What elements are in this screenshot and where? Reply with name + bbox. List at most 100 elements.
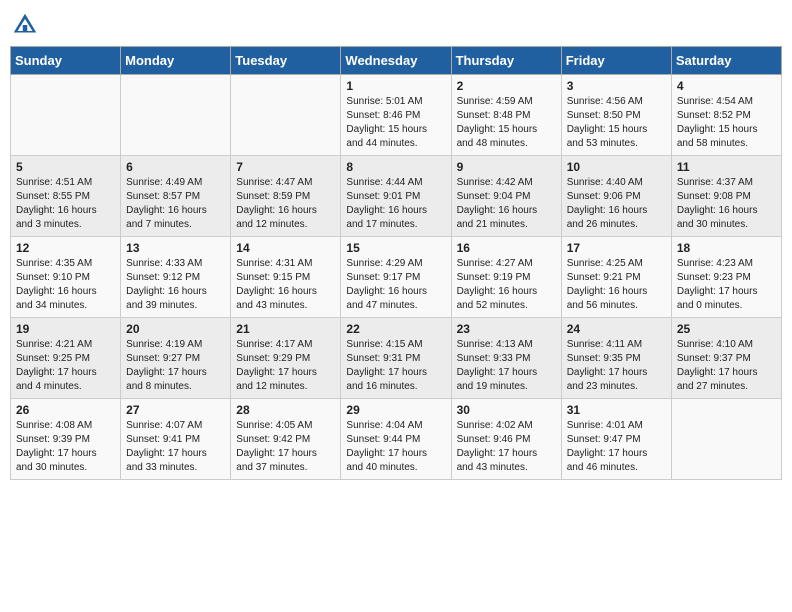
day-info: Sunrise: 4:59 AM Sunset: 8:48 PM Dayligh…: [457, 95, 556, 151]
week-row-5: 26 Sunrise: 4:08 AM Sunset: 9:39 PM Dayli…: [11, 399, 782, 480]
day-number: 18: [677, 241, 776, 255]
day-cell-18: 18 Sunrise: 4:23 AM Sunset: 9:23 PM Dayli…: [671, 237, 781, 318]
day-number: 15: [346, 241, 445, 255]
day-cell-8: 8 Sunrise: 4:44 AM Sunset: 9:01 PM Daylig…: [341, 156, 451, 237]
day-number: 21: [236, 322, 335, 336]
week-row-3: 12 Sunrise: 4:35 AM Sunset: 9:10 PM Dayli…: [11, 237, 782, 318]
day-cell-21: 21 Sunrise: 4:17 AM Sunset: 9:29 PM Dayli…: [231, 318, 341, 399]
day-info: Sunrise: 4:56 AM Sunset: 8:50 PM Dayligh…: [567, 95, 666, 151]
day-info: Sunrise: 4:42 AM Sunset: 9:04 PM Dayligh…: [457, 176, 556, 232]
calendar-header-row: SundayMondayTuesdayWednesdayThursdayFrid…: [11, 47, 782, 75]
day-cell-19: 19Sunrise: 4:21 AM Sunset: 9:25 PM Dayli…: [11, 318, 121, 399]
day-cell-11: 11 Sunrise: 4:37 AM Sunset: 9:08 PM Dayli…: [671, 156, 781, 237]
header-friday: Friday: [561, 47, 671, 75]
day-number: 16: [457, 241, 556, 255]
day-info: Sunrise: 4:10 AM Sunset: 9:37 PM Dayligh…: [677, 338, 776, 394]
day-info: Sunrise: 4:35 AM Sunset: 9:10 PM Dayligh…: [16, 257, 115, 313]
day-cell-26: 26 Sunrise: 4:08 AM Sunset: 9:39 PM Dayli…: [11, 399, 121, 480]
day-info: Sunrise: 4:11 AM Sunset: 9:35 PM Dayligh…: [567, 338, 666, 394]
day-info: Sunrise: 4:07 AM Sunset: 9:41 PM Dayligh…: [126, 419, 225, 475]
day-info: Sunrise: 4:29 AM Sunset: 9:17 PM Dayligh…: [346, 257, 445, 313]
empty-cell: [671, 399, 781, 480]
day-cell-17: 17 Sunrise: 4:25 AM Sunset: 9:21 PM Dayli…: [561, 237, 671, 318]
week-row-1: 1Sunrise: 5:01 AM Sunset: 8:46 PM Daylig…: [11, 75, 782, 156]
day-cell-2: 2 Sunrise: 4:59 AM Sunset: 8:48 PM Daylig…: [451, 75, 561, 156]
day-info: Sunrise: 4:40 AM Sunset: 9:06 PM Dayligh…: [567, 176, 666, 232]
day-number: 7: [236, 160, 335, 174]
day-number: 8: [346, 160, 445, 174]
day-number: 24: [567, 322, 666, 336]
header-thursday: Thursday: [451, 47, 561, 75]
day-number: 11: [677, 160, 776, 174]
day-number: 12: [16, 241, 115, 255]
day-cell-20: 20 Sunrise: 4:19 AM Sunset: 9:27 PM Dayli…: [121, 318, 231, 399]
logo-icon: [10, 10, 40, 40]
day-number: 3: [567, 79, 666, 93]
day-info: Sunrise: 4:27 AM Sunset: 9:19 PM Dayligh…: [457, 257, 556, 313]
day-info: Sunrise: 4:19 AM Sunset: 9:27 PM Dayligh…: [126, 338, 225, 394]
day-info: Sunrise: 4:49 AM Sunset: 8:57 PM Dayligh…: [126, 176, 225, 232]
day-cell-1: 1Sunrise: 5:01 AM Sunset: 8:46 PM Daylig…: [341, 75, 451, 156]
day-info: Sunrise: 4:23 AM Sunset: 9:23 PM Dayligh…: [677, 257, 776, 313]
day-number: 4: [677, 79, 776, 93]
day-number: 13: [126, 241, 225, 255]
day-info: Sunrise: 4:31 AM Sunset: 9:15 PM Dayligh…: [236, 257, 335, 313]
day-number: 10: [567, 160, 666, 174]
week-row-4: 19Sunrise: 4:21 AM Sunset: 9:25 PM Dayli…: [11, 318, 782, 399]
day-info: Sunrise: 5:01 AM Sunset: 8:46 PM Dayligh…: [346, 95, 445, 151]
day-number: 20: [126, 322, 225, 336]
header-tuesday: Tuesday: [231, 47, 341, 75]
day-info: Sunrise: 4:25 AM Sunset: 9:21 PM Dayligh…: [567, 257, 666, 313]
header-saturday: Saturday: [671, 47, 781, 75]
empty-cell: [231, 75, 341, 156]
header-sunday: Sunday: [11, 47, 121, 75]
empty-cell: [121, 75, 231, 156]
day-cell-7: 7 Sunrise: 4:47 AM Sunset: 8:59 PM Daylig…: [231, 156, 341, 237]
day-number: 28: [236, 403, 335, 417]
day-info: Sunrise: 4:02 AM Sunset: 9:46 PM Dayligh…: [457, 419, 556, 475]
day-number: 31: [567, 403, 666, 417]
day-number: 29: [346, 403, 445, 417]
day-info: Sunrise: 4:44 AM Sunset: 9:01 PM Dayligh…: [346, 176, 445, 232]
day-cell-12: 12 Sunrise: 4:35 AM Sunset: 9:10 PM Dayli…: [11, 237, 121, 318]
day-info: Sunrise: 4:17 AM Sunset: 9:29 PM Dayligh…: [236, 338, 335, 394]
day-number: 25: [677, 322, 776, 336]
day-cell-24: 24 Sunrise: 4:11 AM Sunset: 9:35 PM Dayli…: [561, 318, 671, 399]
day-info: Sunrise: 4:05 AM Sunset: 9:42 PM Dayligh…: [236, 419, 335, 475]
page-header: [10, 10, 782, 40]
day-info: Sunrise: 4:33 AM Sunset: 9:12 PM Dayligh…: [126, 257, 225, 313]
logo: [10, 10, 44, 40]
day-cell-30: 30 Sunrise: 4:02 AM Sunset: 9:46 PM Dayli…: [451, 399, 561, 480]
day-cell-3: 3 Sunrise: 4:56 AM Sunset: 8:50 PM Daylig…: [561, 75, 671, 156]
day-number: 6: [126, 160, 225, 174]
calendar-table: SundayMondayTuesdayWednesdayThursdayFrid…: [10, 46, 782, 480]
day-cell-31: 31 Sunrise: 4:01 AM Sunset: 9:47 PM Dayli…: [561, 399, 671, 480]
day-number: 2: [457, 79, 556, 93]
day-number: 26: [16, 403, 115, 417]
day-cell-14: 14 Sunrise: 4:31 AM Sunset: 9:15 PM Dayli…: [231, 237, 341, 318]
day-number: 5: [16, 160, 115, 174]
day-info: Sunrise: 4:37 AM Sunset: 9:08 PM Dayligh…: [677, 176, 776, 232]
day-cell-9: 9 Sunrise: 4:42 AM Sunset: 9:04 PM Daylig…: [451, 156, 561, 237]
day-info: Sunrise: 4:15 AM Sunset: 9:31 PM Dayligh…: [346, 338, 445, 394]
day-info: Sunrise: 4:08 AM Sunset: 9:39 PM Dayligh…: [16, 419, 115, 475]
day-number: 30: [457, 403, 556, 417]
day-cell-4: 4Sunrise: 4:54 AM Sunset: 8:52 PM Daylig…: [671, 75, 781, 156]
empty-cell: [11, 75, 121, 156]
day-number: 22: [346, 322, 445, 336]
day-number: 27: [126, 403, 225, 417]
day-cell-27: 27 Sunrise: 4:07 AM Sunset: 9:41 PM Dayli…: [121, 399, 231, 480]
day-cell-13: 13 Sunrise: 4:33 AM Sunset: 9:12 PM Dayli…: [121, 237, 231, 318]
day-info: Sunrise: 4:04 AM Sunset: 9:44 PM Dayligh…: [346, 419, 445, 475]
day-cell-28: 28 Sunrise: 4:05 AM Sunset: 9:42 PM Dayli…: [231, 399, 341, 480]
day-number: 14: [236, 241, 335, 255]
day-info: Sunrise: 4:01 AM Sunset: 9:47 PM Dayligh…: [567, 419, 666, 475]
day-number: 17: [567, 241, 666, 255]
day-info: Sunrise: 4:47 AM Sunset: 8:59 PM Dayligh…: [236, 176, 335, 232]
day-info: Sunrise: 4:21 AM Sunset: 9:25 PM Dayligh…: [16, 338, 115, 394]
day-number: 9: [457, 160, 556, 174]
day-cell-6: 6 Sunrise: 4:49 AM Sunset: 8:57 PM Daylig…: [121, 156, 231, 237]
day-cell-16: 16 Sunrise: 4:27 AM Sunset: 9:19 PM Dayli…: [451, 237, 561, 318]
day-cell-29: 29 Sunrise: 4:04 AM Sunset: 9:44 PM Dayli…: [341, 399, 451, 480]
day-cell-23: 23Sunrise: 4:13 AM Sunset: 9:33 PM Dayli…: [451, 318, 561, 399]
